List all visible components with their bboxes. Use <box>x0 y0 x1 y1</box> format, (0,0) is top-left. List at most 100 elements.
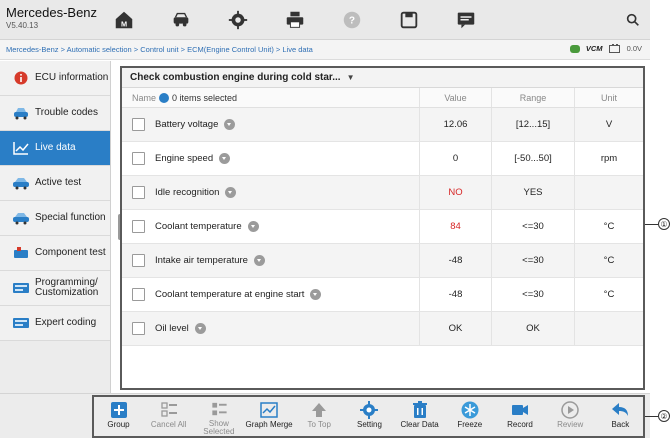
table-row[interactable]: Engine speed 0 [-50...50] rpm <box>122 142 643 176</box>
toolbar-button-label: Group <box>107 420 130 429</box>
table-row[interactable]: Intake air temperature -48 <=30 °C <box>122 244 643 278</box>
graph-merge-button[interactable]: Graph Merge <box>246 397 293 436</box>
table-row[interactable]: Coolant temperature at engine start -48 … <box>122 278 643 312</box>
expand-info-icon[interactable] <box>224 119 236 130</box>
toolbar-button-label: Back <box>611 420 630 429</box>
graph-merge-icon <box>260 402 278 418</box>
range-cell: YES <box>491 176 574 209</box>
caret-down-icon: ▼ <box>346 73 355 82</box>
component-icon <box>12 246 30 260</box>
expand-info-icon[interactable] <box>253 255 265 266</box>
search-icon <box>626 13 639 26</box>
unit-cell <box>574 312 643 345</box>
settings-button[interactable] <box>209 5 266 34</box>
row-checkbox[interactable] <box>132 288 145 301</box>
breadcrumb[interactable]: Mercedes-Benz > Automatic selection > Co… <box>6 45 313 54</box>
message-button[interactable] <box>437 5 494 34</box>
name-header-label: Name <box>132 92 157 103</box>
name-cell: Coolant temperature at engine start <box>122 278 419 311</box>
save-icon <box>400 11 417 28</box>
toolbar-button-label: Clear Data <box>400 420 439 429</box>
cancel-all-button[interactable]: Cancel All <box>146 397 191 436</box>
review-button[interactable]: Review <box>548 397 593 436</box>
group-button[interactable]: Group <box>96 397 141 436</box>
row-checkbox[interactable] <box>132 254 145 267</box>
settings-icon <box>228 10 247 29</box>
table-row[interactable]: Coolant temperature 84 <=30 °C <box>122 210 643 244</box>
svg-text:M: M <box>120 19 126 28</box>
home-icon: M <box>115 11 132 28</box>
callout-1: ① <box>658 218 670 230</box>
table-row[interactable]: Battery voltage 12.06 [12...15] V <box>122 108 643 142</box>
sidebar-item-component-test[interactable]: Component test <box>0 236 110 271</box>
freeze-button[interactable]: Freeze <box>447 397 492 436</box>
sidebar-item-label: ECU information <box>35 72 109 83</box>
parameter-name: Oil level <box>155 323 189 334</box>
brand-title: Mercedes-Benz <box>6 5 98 20</box>
value-cell: 12.06 <box>419 108 491 141</box>
sidebar-item-label: Expert coding <box>35 317 97 328</box>
row-checkbox[interactable] <box>132 220 145 233</box>
clear-data-button[interactable]: Clear Data <box>397 397 442 436</box>
setting-button[interactable]: Setting <box>347 397 392 436</box>
expand-info-icon[interactable] <box>194 323 206 334</box>
group-dropdown[interactable]: Check combustion engine during cold star… <box>122 68 643 88</box>
name-cell: Intake air temperature <box>122 244 419 277</box>
sidebar-item-programming-customization[interactable]: Programming/ Customization <box>0 271 110 306</box>
sidebar-item-trouble-codes[interactable]: Trouble codes <box>0 96 110 131</box>
name-cell: Coolant temperature <box>122 210 419 243</box>
trash-icon <box>412 401 427 418</box>
expand-info-icon[interactable] <box>219 153 231 164</box>
table-row[interactable]: Oil level OK OK <box>122 312 643 346</box>
row-checkbox[interactable] <box>132 186 145 199</box>
expand-info-icon[interactable] <box>247 221 259 232</box>
vehicle-icon <box>173 12 188 26</box>
record-button[interactable]: Record <box>498 397 543 436</box>
graph-icon <box>12 141 30 155</box>
car-warning-icon <box>12 106 30 120</box>
car-special-icon <box>12 211 30 225</box>
parameter-name: Coolant temperature at engine start <box>155 289 305 300</box>
program-icon <box>12 281 30 295</box>
svg-text:?: ? <box>348 15 354 26</box>
value-column-header: Value <box>419 88 491 107</box>
search-button[interactable] <box>622 9 644 31</box>
unit-cell: °C <box>574 244 643 277</box>
status-area: VCM 0.0V <box>569 44 642 53</box>
row-checkbox[interactable] <box>132 118 145 131</box>
table-row[interactable]: Idle recognition NO YES <box>122 176 643 210</box>
unit-cell: V <box>574 108 643 141</box>
value-cell: -48 <box>419 244 491 277</box>
range-cell: [12...15] <box>491 108 574 141</box>
help-button[interactable]: ? <box>323 5 380 34</box>
name-column-header: Name 0 items selected <box>122 88 419 107</box>
show-selected-button[interactable]: Show Selected <box>196 397 241 436</box>
to-top-button[interactable]: To Top <box>297 397 342 436</box>
sidebar-item-live-data[interactable]: Live data <box>0 131 110 166</box>
selection-count-icon <box>159 92 170 103</box>
expand-info-icon[interactable] <box>310 289 322 300</box>
back-button[interactable]: Back <box>598 397 643 436</box>
sidebar-item-active-test[interactable]: Active test <box>0 166 110 201</box>
expand-info-icon[interactable] <box>225 187 237 198</box>
bottom-toolbar-frame: Group Cancel All Show Selected Graph Mer… <box>92 395 645 438</box>
sidebar-item-ecu-information[interactable]: ECU information <box>0 61 110 96</box>
table-header: Name 0 items selected Value Range Unit <box>122 88 643 108</box>
sidebar-item-label: Active test <box>35 177 82 188</box>
sidebar-item-expert-coding[interactable]: Expert coding <box>0 306 110 341</box>
home-button[interactable]: M <box>95 5 152 34</box>
message-icon <box>457 12 474 28</box>
sidebar-item-special-function[interactable]: Special function <box>0 201 110 236</box>
row-checkbox[interactable] <box>132 322 145 335</box>
unit-cell: °C <box>574 278 643 311</box>
parameter-name: Idle recognition <box>155 187 220 198</box>
print-button[interactable] <box>266 5 323 34</box>
vehicle-button[interactable] <box>152 5 209 34</box>
toolbar-button-label: To Top <box>307 420 331 429</box>
range-cell: <=30 <box>491 278 574 311</box>
parameter-name: Coolant temperature <box>155 221 242 232</box>
toolbar-button-label: Setting <box>356 420 382 429</box>
voltage-label: 0.0V <box>626 44 642 53</box>
row-checkbox[interactable] <box>132 152 145 165</box>
save-button[interactable] <box>380 5 437 34</box>
